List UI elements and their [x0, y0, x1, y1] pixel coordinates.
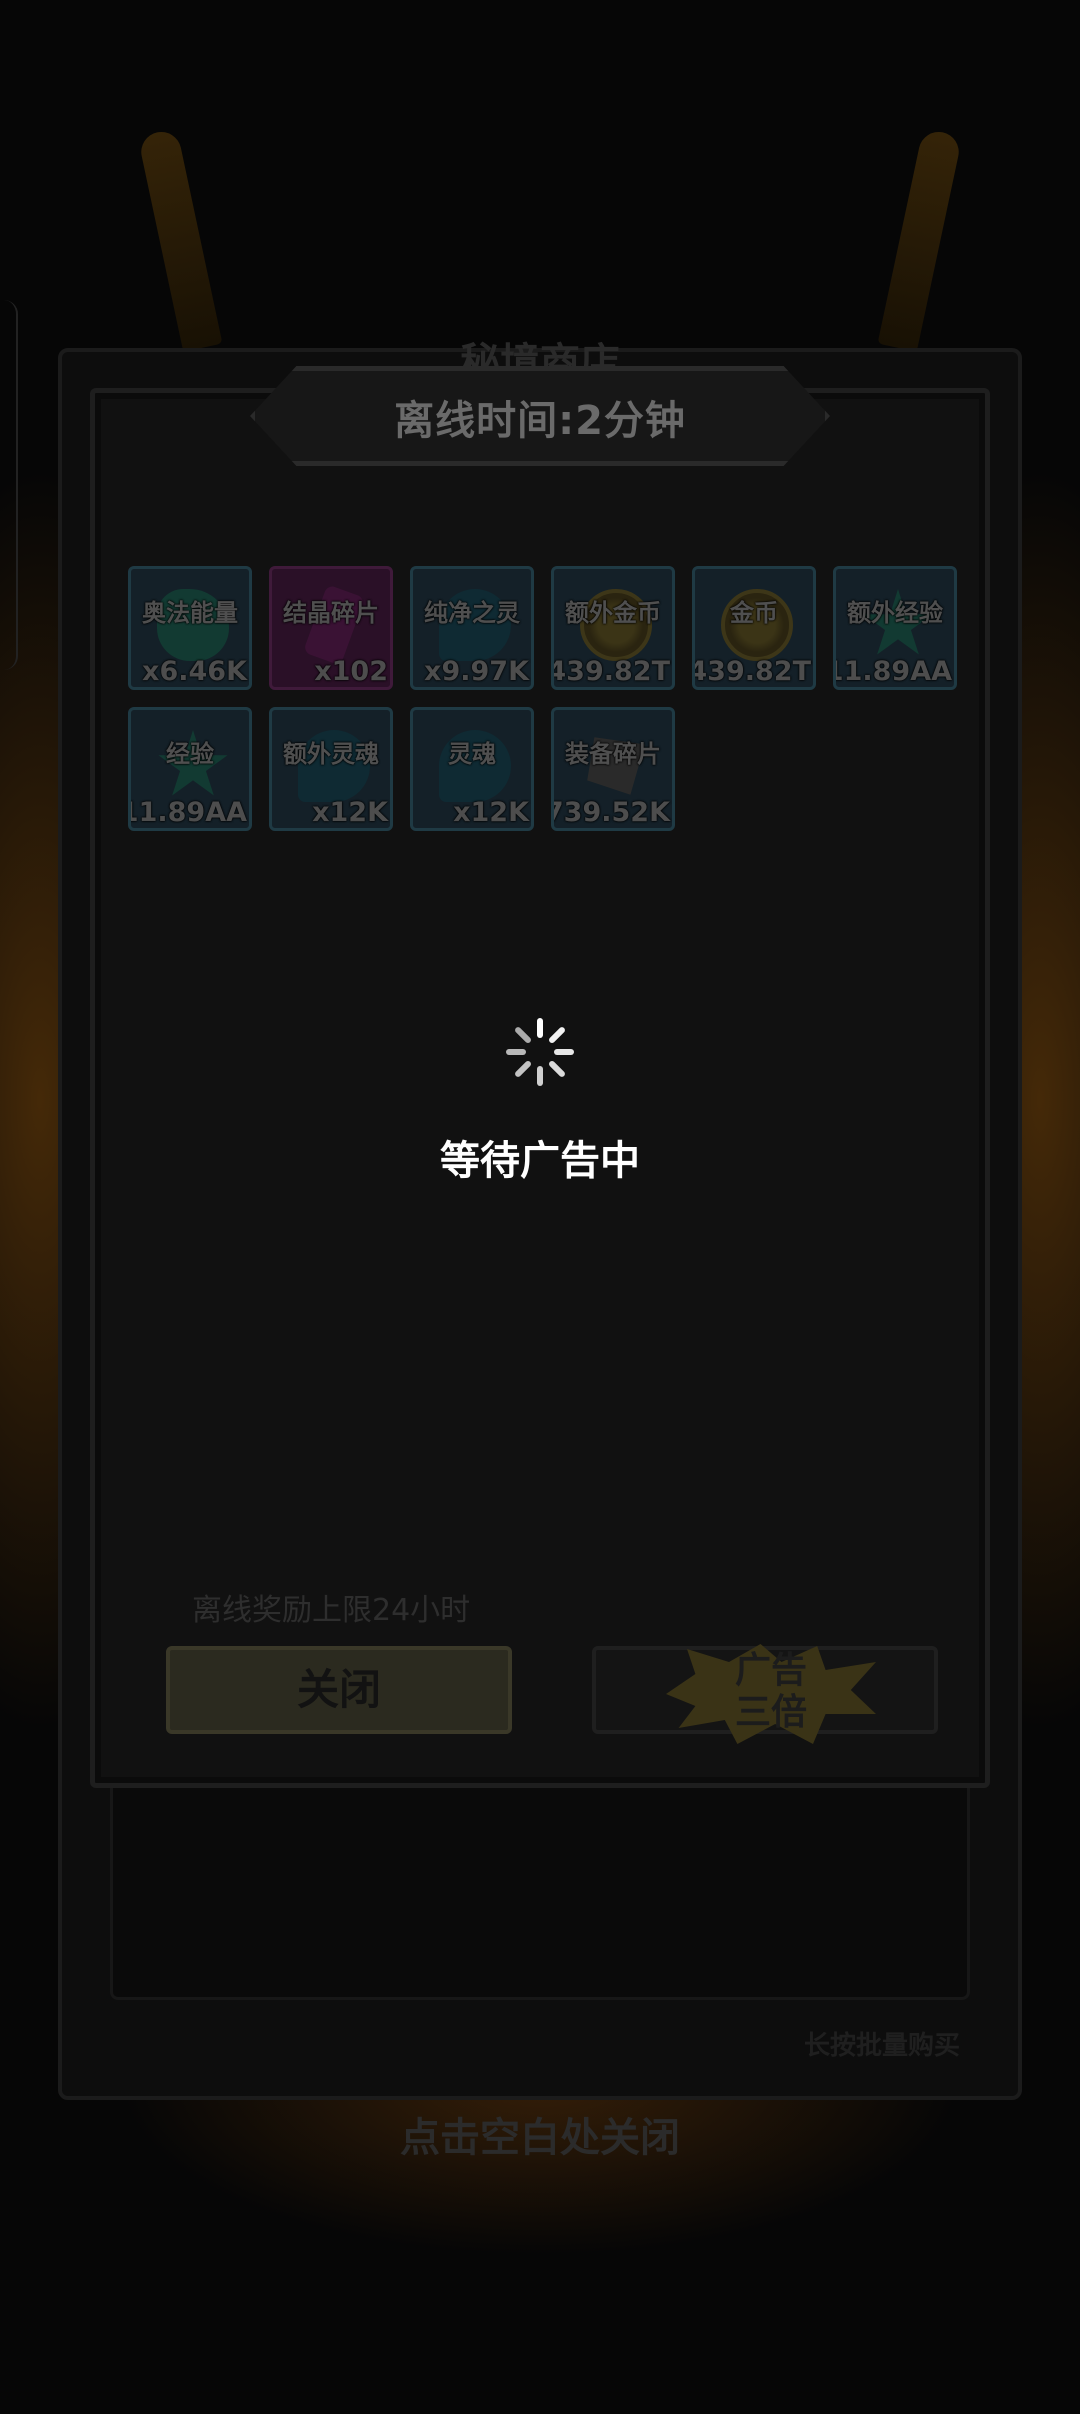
- reward-item-qty: x6.46K: [142, 656, 247, 687]
- close-button[interactable]: 关闭: [166, 1646, 512, 1734]
- ad-label-line2: 三倍: [734, 1692, 807, 1733]
- reward-item-name: 灵魂: [448, 740, 496, 768]
- reward-item: 灵魂 x12K: [410, 707, 534, 831]
- ad-triple-label: 广告 三倍: [666, 1650, 876, 1734]
- reward-item-qty: x12K: [312, 797, 388, 828]
- loading-text: 等待广告中: [440, 1138, 640, 1184]
- reward-item-name: 结晶碎片: [283, 599, 379, 627]
- reward-item: 结晶碎片 x102: [269, 566, 393, 690]
- reward-item-name: 额外经验: [847, 599, 943, 627]
- reward-item-qty: x739.52K: [554, 797, 670, 828]
- reward-item: 额外经验 x11.89AA: [833, 566, 957, 690]
- shop-batch-hint: 长按批量购买: [803, 2031, 960, 2061]
- tap-blank-to-close[interactable]: 点击空白处关闭: [0, 2105, 1080, 2163]
- reward-item-qty: x12K: [453, 797, 529, 828]
- reward-item-qty: x11.89AA: [836, 656, 952, 687]
- reward-item: 纯净之灵 x9.97K: [410, 566, 534, 690]
- ad-label-line1: 广告: [734, 1650, 807, 1691]
- reward-item-name: 纯净之灵: [424, 599, 520, 627]
- shop-inner-panel: [110, 1780, 970, 2000]
- reward-item: 金币 x4439.82T: [692, 566, 816, 690]
- reward-item-qty: x9.97K: [424, 656, 529, 687]
- reward-item-qty: x4439.82T: [692, 656, 811, 687]
- reward-item-name: 金币: [730, 599, 778, 627]
- reward-item: 额外灵魂 x12K: [269, 707, 393, 831]
- reward-item-qty: x11.89AA: [131, 797, 247, 828]
- ad-triple-button[interactable]: 广告 三倍: [592, 1644, 938, 1744]
- reward-item-name: 奥法能量: [142, 599, 238, 627]
- reward-item-name: 装备碎片: [565, 740, 661, 768]
- reward-item-qty: x4439.82T: [551, 656, 670, 687]
- reward-item-name: 额外金币: [565, 599, 661, 627]
- reward-item-qty: x102: [314, 656, 388, 687]
- reward-item-name: 额外灵魂: [283, 740, 379, 768]
- reward-item: 奥法能量 x6.46K: [128, 566, 252, 690]
- reward-item: 额外金币 x4439.82T: [551, 566, 675, 690]
- offline-limit-text: 离线奖励上限24小时: [192, 1593, 471, 1628]
- dialog-title: 离线时间:2分钟: [394, 398, 686, 444]
- loading-spinner-icon: [506, 1018, 574, 1086]
- reward-item: 经验 x11.89AA: [128, 707, 252, 831]
- reward-item-name: 经验: [166, 740, 214, 768]
- reward-item: 装备碎片 x739.52K: [551, 707, 675, 831]
